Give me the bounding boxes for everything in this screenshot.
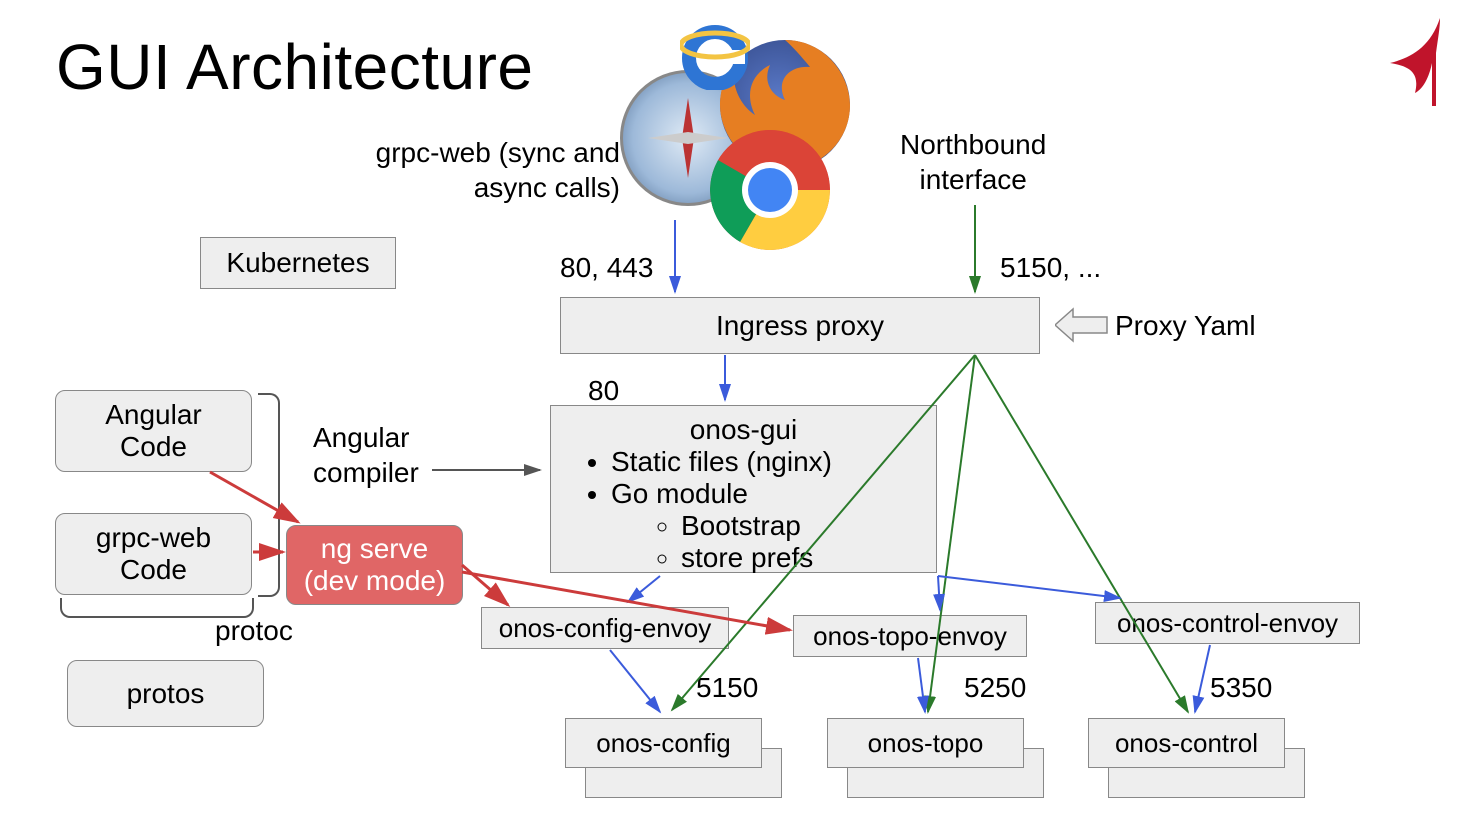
onos-config-envoy-box: onos-config-envoy xyxy=(481,607,729,649)
onos-gui-sub-bootstrap: Bootstrap xyxy=(681,510,916,542)
ie-icon xyxy=(680,20,750,90)
grpcweb-code-line2: Code xyxy=(120,554,187,586)
port-5350-label: 5350 xyxy=(1210,670,1272,705)
right-brace-icon xyxy=(258,393,280,597)
onos-control-envoy-box: onos-control-envoy xyxy=(1095,602,1360,644)
angular-code-line2: Code xyxy=(120,431,187,463)
onos-gui-bullet-go: Go module Bootstrap store prefs xyxy=(611,478,916,574)
ports-left-label: 80, 443 xyxy=(560,250,653,285)
onos-gui-box: onos-gui Static files (nginx) Go module … xyxy=(550,405,937,573)
angular-code-box: Angular Code xyxy=(55,390,252,472)
bottom-brace-icon xyxy=(60,598,254,618)
ng-serve-line1: ng serve xyxy=(321,533,428,565)
port-5250-label: 5250 xyxy=(964,670,1026,705)
ports-right-label: 5150, ... xyxy=(1000,250,1101,285)
onos-gui-sub-prefs: store prefs xyxy=(681,542,916,574)
grpcweb-code-box: grpc-web Code xyxy=(55,513,252,595)
chrome-icon xyxy=(710,130,830,250)
onos-control-box: onos-control xyxy=(1088,718,1285,768)
grpcweb-code-line1: grpc-web xyxy=(96,522,211,554)
onos-gui-title: onos-gui xyxy=(571,414,916,446)
onos-gui-bullet-static: Static files (nginx) xyxy=(611,446,916,478)
onos-topo-box: onos-topo xyxy=(827,718,1024,768)
onos-config-box: onos-config xyxy=(565,718,762,768)
protos-box: protos xyxy=(67,660,264,727)
page-title: GUI Architecture xyxy=(56,30,534,104)
angular-code-line1: Angular xyxy=(105,399,202,431)
proxy-yaml-label: Proxy Yaml xyxy=(1115,308,1256,343)
kubernetes-box: Kubernetes xyxy=(200,237,396,289)
protoc-label: protoc xyxy=(215,613,293,648)
ingress-proxy-box: Ingress proxy xyxy=(560,297,1040,354)
port-5150-label: 5150 xyxy=(696,670,758,705)
port-80-label: 80 xyxy=(588,373,619,408)
browsers-icon-group xyxy=(620,20,850,230)
block-arrow-icon xyxy=(1055,305,1110,345)
bird-logo-icon xyxy=(1370,18,1450,108)
ng-serve-box: ng serve (dev mode) xyxy=(286,525,463,605)
northbound-label: Northbound interface xyxy=(900,127,1046,197)
onos-topo-envoy-box: onos-topo-envoy xyxy=(793,615,1027,657)
angular-compiler-label: Angular compiler xyxy=(313,420,419,490)
ng-serve-line2: (dev mode) xyxy=(304,565,446,597)
grpc-web-calls-label: grpc-web (sync and async calls) xyxy=(350,135,620,205)
